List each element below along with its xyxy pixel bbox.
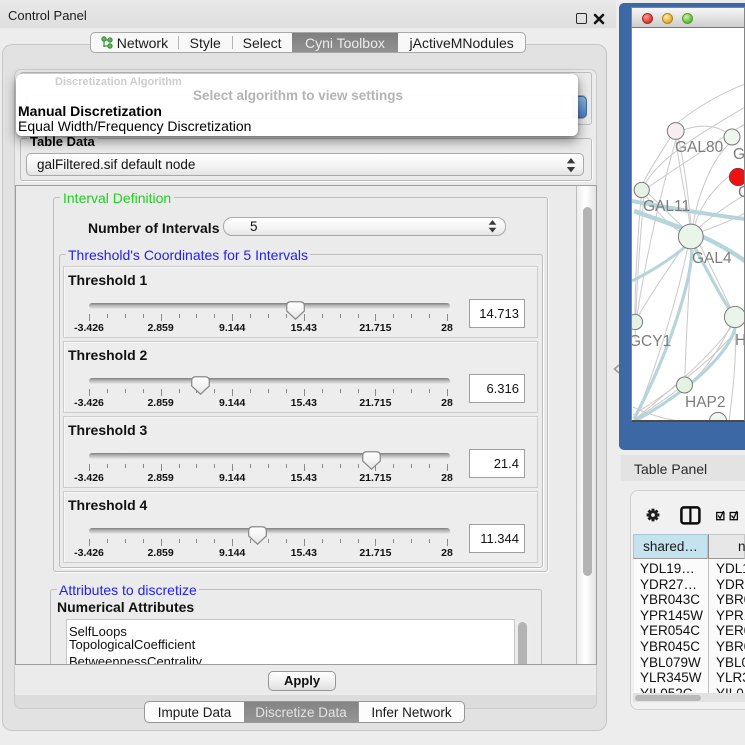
svg-text:GAL4: GAL4 (692, 250, 732, 267)
svg-text:G.: G. (733, 146, 744, 163)
svg-text:GCY1: GCY1 (632, 333, 671, 350)
svg-text:HAP2: HAP2 (685, 394, 726, 411)
svg-text:C: C (738, 184, 744, 201)
svg-text:GAL80: GAL80 (675, 139, 724, 156)
svg-text:GAL11: GAL11 (643, 198, 690, 215)
svg-text:H: H (735, 332, 744, 349)
